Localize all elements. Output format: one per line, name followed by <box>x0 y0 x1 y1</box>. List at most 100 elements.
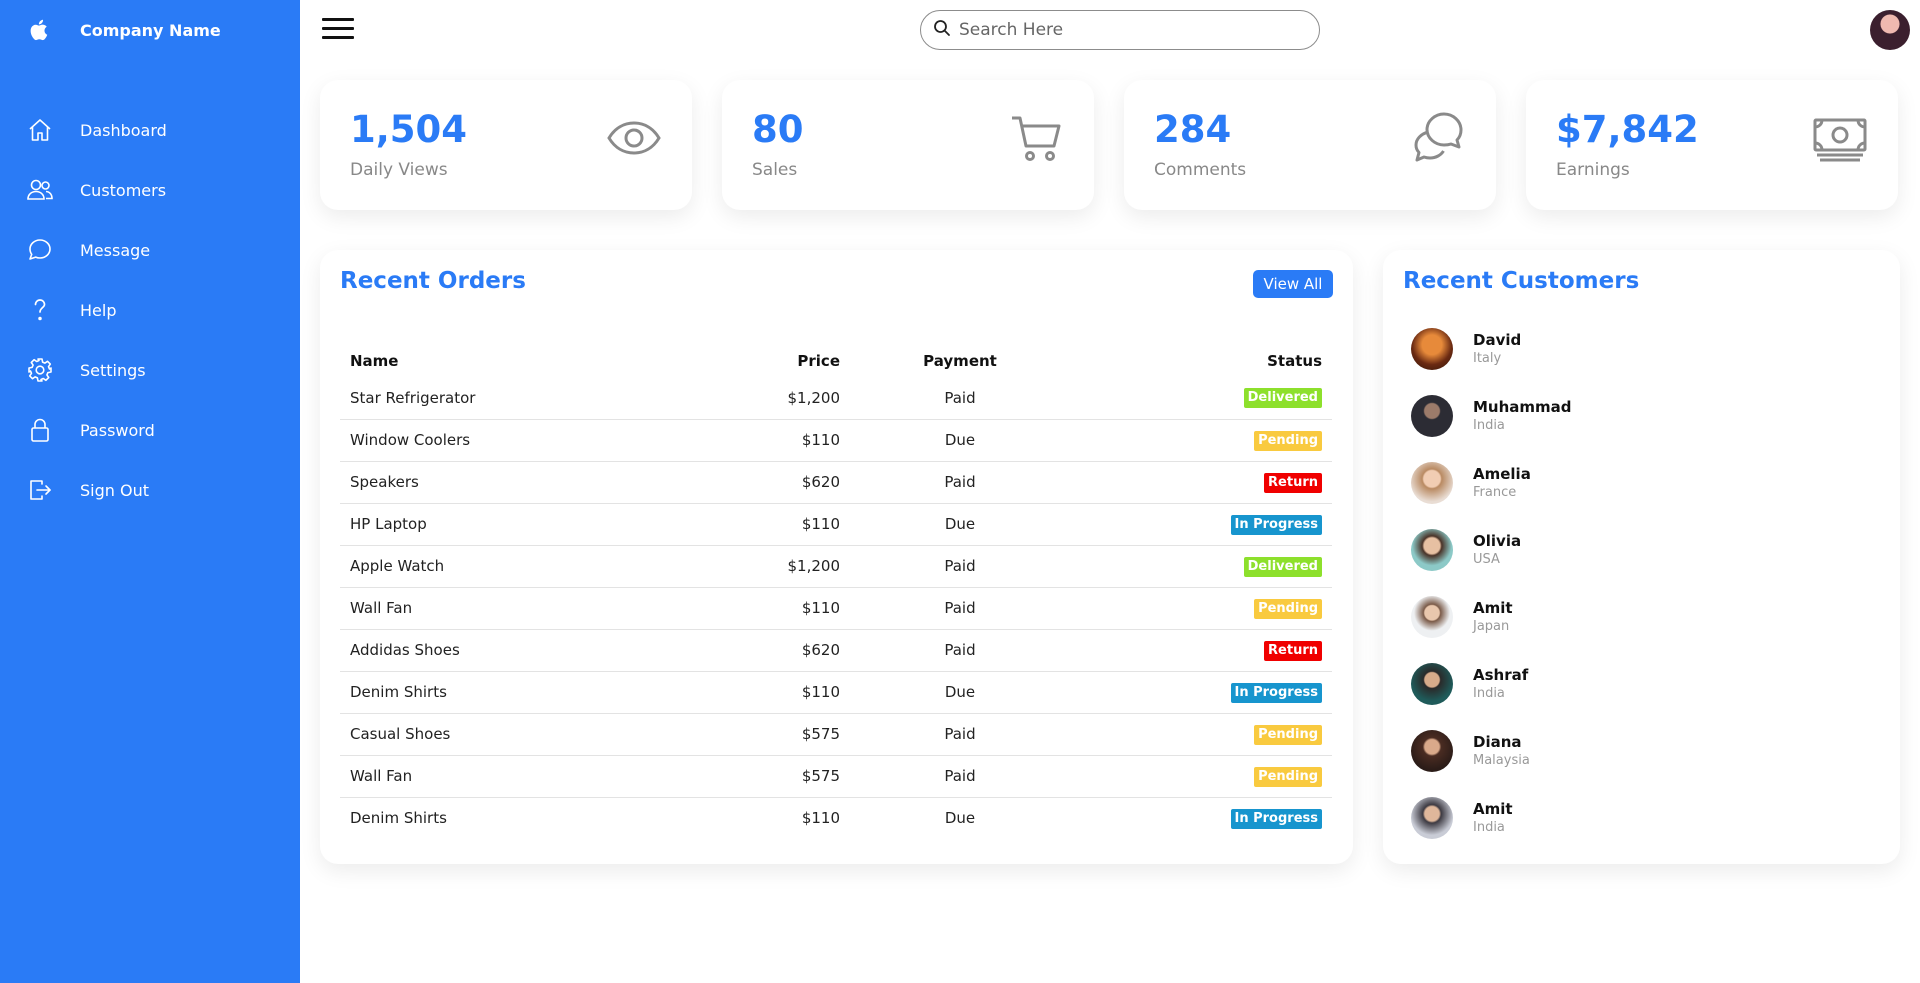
customer-country: Italy <box>1473 351 1502 366</box>
list-item[interactable]: Ashraf India <box>1403 650 1883 717</box>
recent-orders-panel: Recent Orders View All Name Price Paymen… <box>320 250 1353 864</box>
customer-name: Diana <box>1473 733 1522 751</box>
avatar <box>1411 394 1453 437</box>
order-price: $575 <box>700 754 850 797</box>
sidebar-item-help[interactable]: Help <box>0 280 300 340</box>
sidebar-item-message[interactable]: Message <box>0 220 300 280</box>
sidebar-item-customers[interactable]: Customers <box>0 160 300 220</box>
brand[interactable]: Company Name <box>0 0 300 60</box>
table-row[interactable]: Casual Shoes $575 Paid Pending <box>340 712 1332 755</box>
table-row[interactable]: Apple Watch $1,200 Paid Delivered <box>340 544 1332 587</box>
sidebar-item-sign-out[interactable]: Sign Out <box>0 460 300 520</box>
list-item[interactable]: Amelia France <box>1403 449 1883 516</box>
order-name: Star Refrigerator <box>350 388 476 407</box>
order-name: Wall Fan <box>340 586 700 629</box>
sidebar: Company Name Dashboard Customers Message… <box>0 0 300 983</box>
sidebar-item-label: Message <box>80 240 151 260</box>
order-payment: Paid <box>850 628 1070 671</box>
column-header-price: Price <box>797 352 840 370</box>
order-payment: Paid <box>850 460 1070 503</box>
customer-name: Ashraf <box>1473 666 1529 684</box>
table-row[interactable]: Denim Shirts $110 Due In Progress <box>340 670 1332 713</box>
table-row[interactable]: Speakers $620 Paid Return <box>340 460 1332 503</box>
status-badge: Pending <box>1254 598 1322 619</box>
card-number: 284 <box>1154 108 1232 151</box>
table-row[interactable]: Wall Fan $110 Paid Pending <box>340 586 1332 629</box>
order-payment: Paid <box>944 388 976 407</box>
order-price: $110 <box>700 418 850 461</box>
order-price: $1,200 <box>700 544 850 587</box>
order-name: Denim Shirts <box>340 670 700 713</box>
order-name: Casual Shoes <box>340 712 700 755</box>
customer-name: Amelia <box>1473 465 1531 483</box>
home-icon <box>0 117 80 143</box>
card-daily-views[interactable]: 1,504 Daily Views <box>320 80 692 210</box>
list-item[interactable]: Muhammad India <box>1403 382 1883 449</box>
order-payment: Due <box>850 670 1070 713</box>
table-row[interactable]: Window Coolers $110 Due Pending <box>340 418 1332 461</box>
avatar <box>1411 595 1453 638</box>
sidebar-item-label: Settings <box>80 360 146 380</box>
card-sales[interactable]: 80 Sales <box>722 80 1094 210</box>
status-badge: Return <box>1264 472 1322 493</box>
table-row[interactable]: HP Laptop $110 Due In Progress <box>340 502 1332 545</box>
status-badge: Delivered <box>1243 388 1322 409</box>
card-earnings[interactable]: $7,842 Earnings <box>1526 80 1898 210</box>
user-avatar[interactable] <box>1870 10 1910 50</box>
sidebar-item-label: Password <box>80 420 155 440</box>
list-item[interactable]: Olivia USA <box>1403 516 1883 583</box>
status-badge: In Progress <box>1230 682 1322 703</box>
order-name: Speakers <box>340 460 700 503</box>
gear-icon <box>0 357 80 383</box>
cash-icon <box>1812 110 1868 166</box>
order-price: $1,200 <box>787 388 841 407</box>
sidebar-item-label: Customers <box>80 180 167 200</box>
order-price: $575 <box>700 712 850 755</box>
list-item[interactable]: David Italy <box>1403 315 1883 382</box>
search-input[interactable] <box>959 20 1299 40</box>
order-price: $110 <box>700 502 850 545</box>
status-badge: Return <box>1264 640 1322 661</box>
recent-customers-panel: Recent Customers David Italy Muhammad Indi… <box>1383 250 1900 864</box>
customer-name: Olivia <box>1473 532 1522 550</box>
sidebar-item-label: Help <box>80 300 117 320</box>
sign-out-icon <box>0 477 80 503</box>
menu-toggle-button[interactable] <box>322 18 354 42</box>
card-number: $7,842 <box>1556 108 1699 151</box>
status-badge: In Progress <box>1230 514 1322 535</box>
order-payment: Due <box>850 796 1070 839</box>
order-payment: Paid <box>850 712 1070 755</box>
sidebar-item-password[interactable]: Password <box>0 400 300 460</box>
question-icon <box>0 297 80 323</box>
customer-name: Amit <box>1473 599 1513 617</box>
customer-country: India <box>1473 418 1505 433</box>
avatar <box>1411 327 1453 370</box>
table-row[interactable]: Addidas Shoes $620 Paid Return <box>340 628 1332 671</box>
customer-name: Muhammad <box>1473 398 1572 416</box>
list-item[interactable]: Diana Malaysia <box>1403 717 1883 784</box>
order-name: Wall Fan <box>340 754 700 797</box>
search-box[interactable] <box>920 10 1320 50</box>
column-header-status: Status <box>1267 352 1322 370</box>
recent-customers-title: Recent Customers <box>1403 268 1640 294</box>
order-name: Window Coolers <box>340 418 700 461</box>
list-item[interactable]: Amit Japan <box>1403 583 1883 650</box>
card-label: Daily Views <box>350 160 448 180</box>
card-number: 1,504 <box>350 108 468 151</box>
card-label: Sales <box>752 160 798 180</box>
order-name: HP Laptop <box>340 502 700 545</box>
avatar <box>1411 528 1453 571</box>
table-row[interactable]: Star Refrigerator $1,200 Paid Delivered <box>340 377 1332 419</box>
table-row[interactable]: Denim Shirts $110 Due In Progress <box>340 796 1332 839</box>
sidebar-item-dashboard[interactable]: Dashboard <box>0 100 300 160</box>
search-icon <box>933 19 951 41</box>
list-item[interactable]: Amit India <box>1403 784 1883 851</box>
view-all-button[interactable]: View All <box>1253 270 1333 298</box>
customer-country: Malaysia <box>1473 753 1530 768</box>
sidebar-item-settings[interactable]: Settings <box>0 340 300 400</box>
sidebar-item-label: Dashboard <box>80 120 167 140</box>
table-row[interactable]: Wall Fan $575 Paid Pending <box>340 754 1332 797</box>
order-price: $110 <box>700 586 850 629</box>
order-price: $110 <box>700 796 850 839</box>
card-comments[interactable]: 284 Comments <box>1124 80 1496 210</box>
